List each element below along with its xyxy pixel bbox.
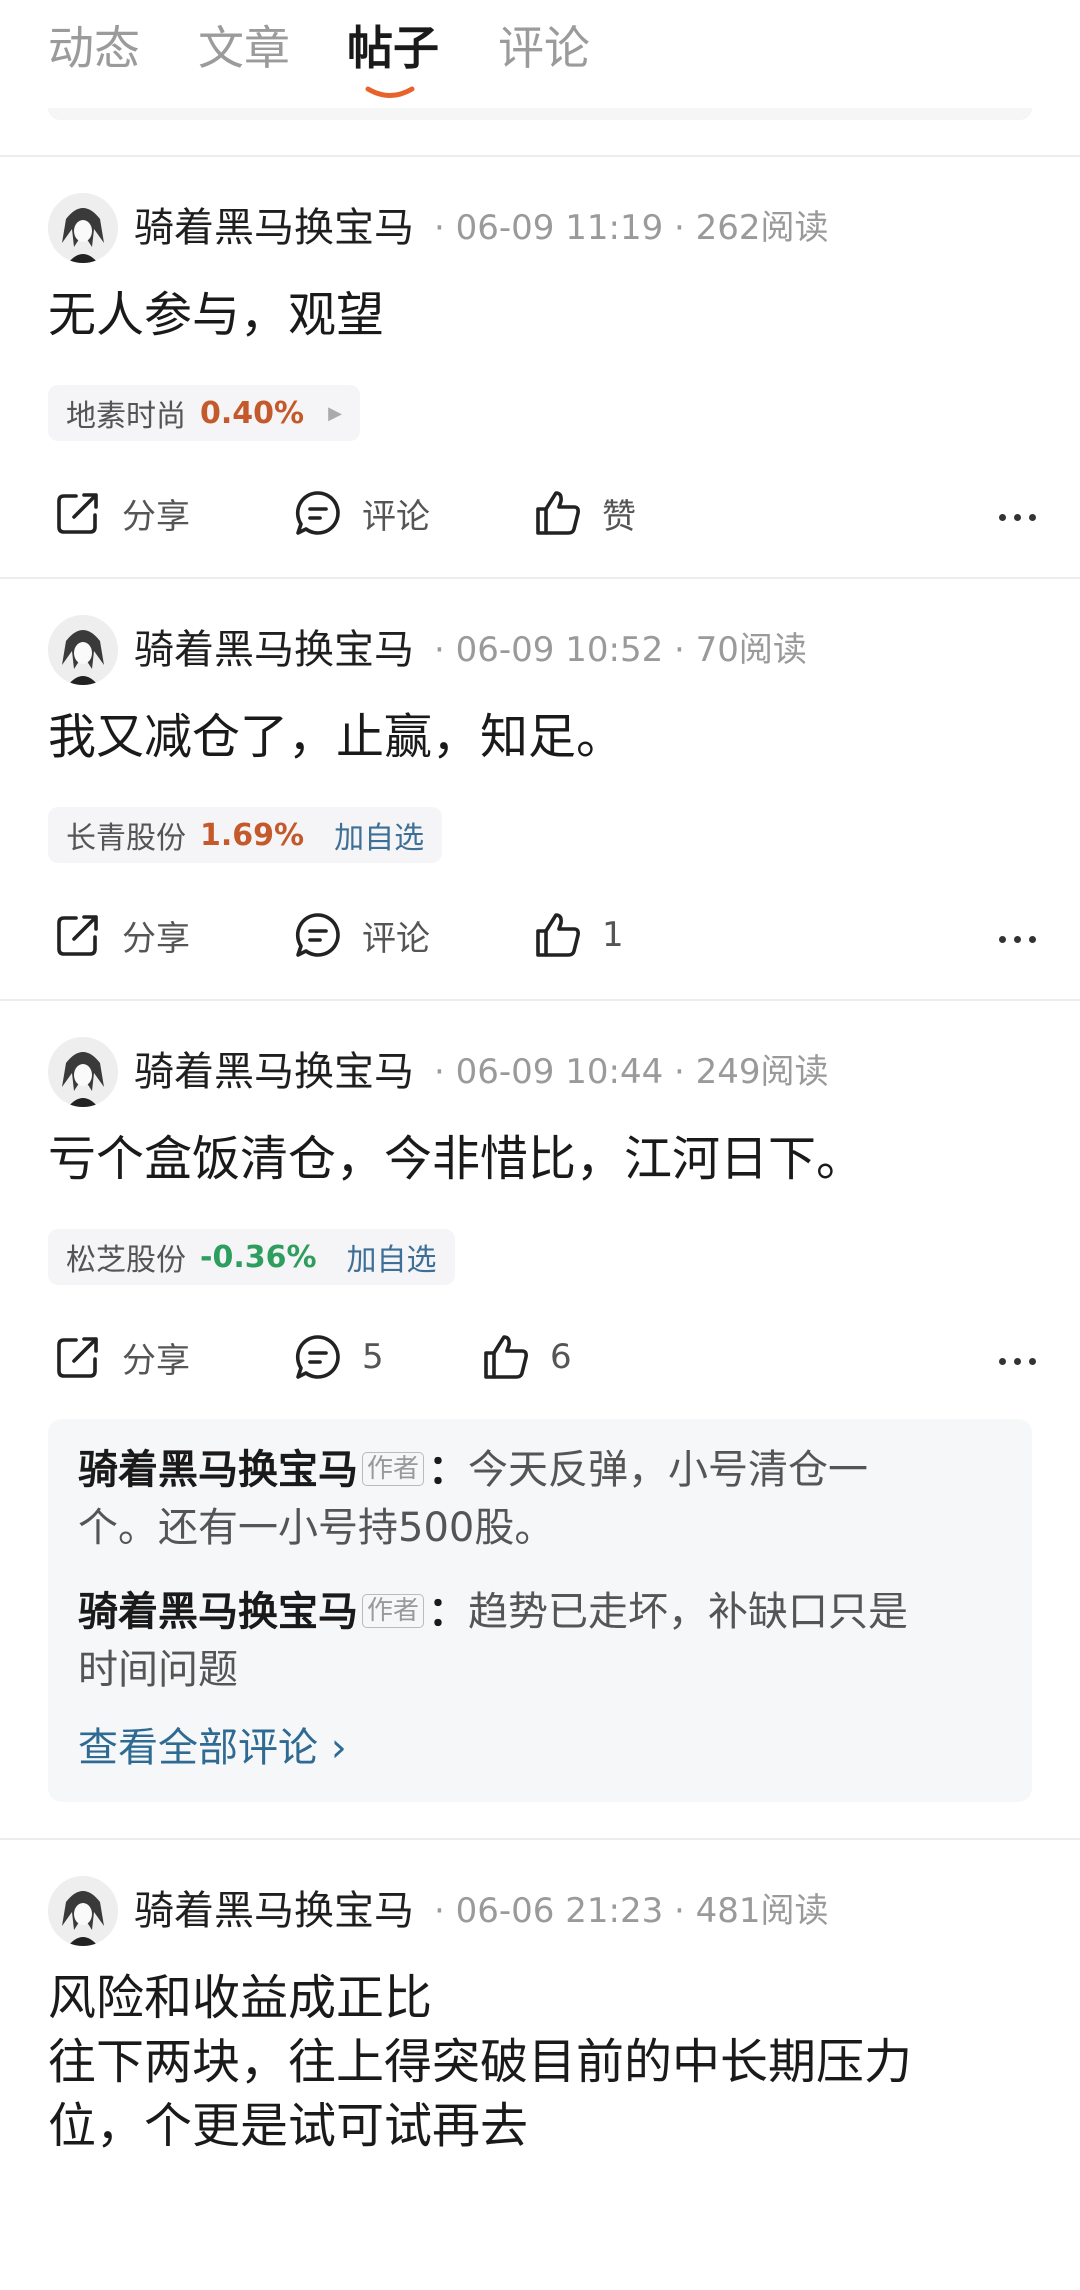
avatar[interactable]	[48, 1876, 118, 1946]
tab-dynamics[interactable]: 动态	[48, 16, 140, 80]
post-content-line[interactable]: 往下两块，往上得突破目前的中长期压力	[48, 2030, 912, 2094]
share-button[interactable]: 分享	[52, 487, 190, 539]
post-content[interactable]: 亏个盒饭清仓，今非惜比，江河日下。	[48, 1127, 864, 1191]
comment-item[interactable]: 骑着黑马换宝马 作者 ：今天反弹，小号清仓一 个。还有一小号持500股。	[78, 1441, 972, 1557]
comment-author[interactable]: 骑着黑马换宝马	[78, 1447, 358, 1493]
tabs-bottom-card	[48, 108, 1032, 120]
thumbs-up-icon	[536, 491, 580, 535]
stock-name: 地素时尚	[66, 399, 186, 434]
share-label: 分享	[122, 1340, 190, 1381]
tab-bar: 动态 文章 帖子 评论	[0, 0, 1080, 155]
avatar[interactable]	[48, 615, 118, 685]
more-icon[interactable]	[999, 1331, 1036, 1391]
stock-tag[interactable]: 地素时尚 0.40% ▶	[48, 385, 360, 441]
post-card[interactable]: 骑着黑马换宝马 · 06-06 21:23 · 481阅读 风险和收益成正比 往…	[0, 1840, 1080, 2290]
thumbs-up-icon	[484, 1335, 528, 1379]
avatar[interactable]	[48, 1037, 118, 1107]
author-badge: 作者	[362, 1452, 425, 1486]
active-tab-indicator	[365, 86, 415, 98]
like-button[interactable]: 1	[532, 909, 624, 961]
comment-button[interactable]: 5	[292, 1331, 384, 1383]
post-card[interactable]: 骑着黑马换宝马 · 06-09 10:52 · 70阅读 我又减仓了，止赢，知足…	[0, 579, 1080, 999]
more-icon[interactable]	[999, 487, 1036, 547]
author-badge: 作者	[362, 1594, 425, 1628]
comment-icon	[295, 913, 340, 957]
stock-name: 长青股份	[66, 821, 186, 856]
post-actions: 分享 评论 赞	[0, 487, 1080, 547]
comment-icon	[295, 1335, 340, 1379]
comment-count: 5	[362, 1337, 384, 1377]
post-content[interactable]: 我又减仓了，止赢，知足。	[48, 705, 624, 769]
post-content-line[interactable]: 位，个更是试可试再去	[48, 2094, 528, 2158]
share-icon	[57, 915, 98, 956]
post-card[interactable]: 骑着黑马换宝马 · 06-09 11:19 · 262阅读 无人参与，观望 地素…	[0, 157, 1080, 577]
add-watchlist-button[interactable]: 加自选	[334, 813, 424, 857]
author-name[interactable]: 骑着黑马换宝马	[134, 622, 414, 678]
like-label: 赞	[602, 496, 636, 537]
share-label: 分享	[122, 496, 190, 537]
comment-text: 趋势已走坏，补缺口只是	[468, 1589, 909, 1635]
comment-text: 个。还有一小号持500股。	[78, 1505, 555, 1551]
share-label: 分享	[122, 918, 190, 959]
post-actions: 分享 评论 1	[0, 909, 1080, 969]
comment-author[interactable]: 骑着黑马换宝马	[78, 1589, 358, 1635]
author-name[interactable]: 骑着黑马换宝马	[134, 200, 414, 256]
tab-posts[interactable]: 帖子	[347, 16, 439, 80]
comment-item[interactable]: 骑着黑马换宝马 作者 ：趋势已走坏，补缺口只是 时间问题	[78, 1583, 972, 1699]
add-watchlist-button[interactable]: 加自选	[347, 1235, 437, 1279]
stock-tag[interactable]: 长青股份 1.69% 加自选	[48, 807, 443, 863]
post-content[interactable]: 无人参与，观望	[48, 283, 384, 347]
share-icon	[57, 493, 98, 534]
post-meta: · 06-09 10:44 · 249阅读	[434, 1052, 829, 1092]
stock-name: 松芝股份	[66, 1243, 186, 1278]
comment-text: 时间问题	[78, 1647, 238, 1693]
comment-label: 评论	[362, 918, 430, 959]
comment-button[interactable]: 评论	[292, 909, 430, 961]
comment-preview[interactable]: 骑着黑马换宝马 作者 ：今天反弹，小号清仓一 个。还有一小号持500股。 骑着黑马换宝…	[48, 1419, 1032, 1802]
tab-articles[interactable]: 文章	[198, 16, 290, 80]
play-arrow-icon: ▶	[328, 402, 342, 424]
comment-icon	[295, 491, 340, 535]
comment-label: 评论	[362, 496, 430, 537]
stock-change: 1.69%	[200, 817, 305, 853]
stock-change: 0.40%	[200, 395, 305, 431]
thumbs-up-icon	[536, 913, 580, 957]
post-meta: · 06-09 11:19 · 262阅读	[434, 208, 829, 248]
post-meta: · 06-06 21:23 · 481阅读	[434, 1891, 829, 1931]
like-count: 1	[602, 915, 624, 955]
author-name[interactable]: 骑着黑马换宝马	[134, 1044, 414, 1100]
post-card[interactable]: 骑着黑马换宝马 · 06-09 10:44 · 249阅读 亏个盒饭清仓，今非惜…	[0, 1001, 1080, 1838]
stock-change: -0.36%	[200, 1239, 317, 1275]
more-icon[interactable]	[999, 909, 1036, 969]
author-name[interactable]: 骑着黑马换宝马	[134, 1883, 414, 1939]
avatar[interactable]	[48, 193, 118, 263]
like-count: 6	[550, 1337, 572, 1377]
post-content-line[interactable]: 风险和收益成正比	[48, 1966, 432, 2030]
share-button[interactable]: 分享	[52, 909, 190, 961]
view-all-comments-link[interactable]: 查看全部评论 ›	[78, 1719, 347, 1777]
post-meta: · 06-09 10:52 · 70阅读	[434, 630, 807, 670]
share-icon	[57, 1337, 98, 1378]
post-actions: 分享 5 6	[0, 1331, 1080, 1391]
tab-comments[interactable]: 评论	[498, 16, 590, 80]
like-button[interactable]: 赞	[532, 487, 636, 539]
comment-button[interactable]: 评论	[292, 487, 430, 539]
stock-tag[interactable]: 松芝股份 -0.36% 加自选	[48, 1229, 455, 1285]
share-button[interactable]: 分享	[52, 1331, 190, 1383]
like-button[interactable]: 6	[480, 1331, 572, 1383]
comment-text: 今天反弹，小号清仓一	[468, 1447, 869, 1493]
